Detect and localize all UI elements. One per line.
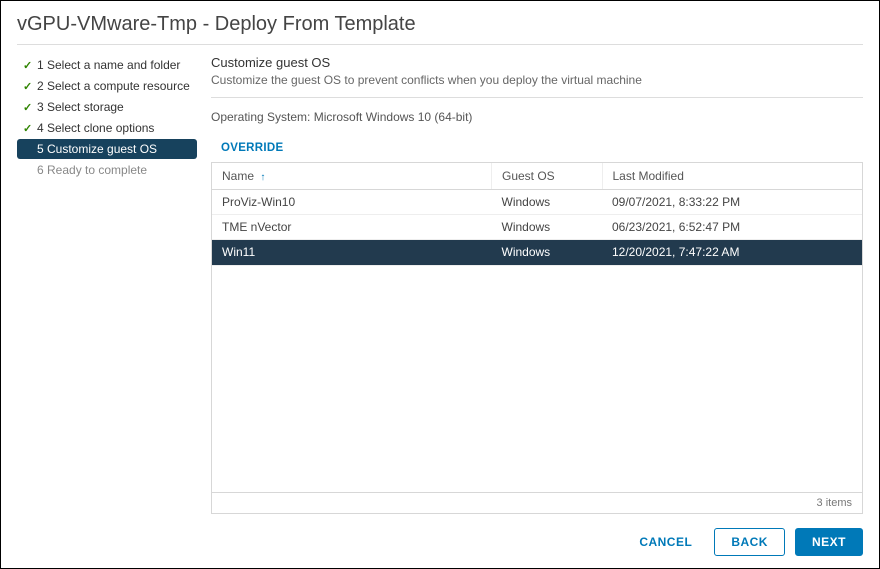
step-label: 6 Ready to complete bbox=[37, 163, 147, 177]
os-value: Microsoft Windows 10 (64-bit) bbox=[314, 110, 473, 124]
os-line: Operating System: Microsoft Windows 10 (… bbox=[211, 110, 863, 124]
step-5[interactable]: 5 Customize guest OS bbox=[17, 139, 197, 159]
cell-name: TME nVector bbox=[212, 215, 492, 240]
wizard-actions: CANCEL BACK NEXT bbox=[211, 514, 863, 556]
col-modified-label: Last Modified bbox=[613, 169, 684, 183]
sort-asc-icon: ↑ bbox=[260, 172, 265, 183]
cell-os: Windows bbox=[492, 215, 603, 240]
next-button[interactable]: NEXT bbox=[795, 528, 863, 556]
os-label: Operating System: bbox=[211, 110, 310, 124]
spec-table: Name ↑ Guest OS Last Modified bbox=[211, 162, 863, 514]
override-link[interactable]: OVERRIDE bbox=[211, 142, 863, 154]
check-icon: ✓ bbox=[23, 59, 37, 72]
step-label: 3 Select storage bbox=[37, 100, 124, 114]
col-modified-header[interactable]: Last Modified bbox=[602, 163, 862, 190]
cancel-button[interactable]: CANCEL bbox=[627, 528, 704, 556]
col-name-label: Name bbox=[222, 169, 254, 183]
col-os-label: Guest OS bbox=[502, 169, 555, 183]
deploy-wizard: vGPU-VMware-Tmp - Deploy From Template ✓… bbox=[0, 0, 880, 569]
back-button[interactable]: BACK bbox=[714, 528, 785, 556]
step-label: 5 Customize guest OS bbox=[37, 142, 157, 156]
cell-modified: 09/07/2021, 8:33:22 PM bbox=[602, 190, 862, 215]
check-icon: ✓ bbox=[23, 80, 37, 93]
table-header-row: Name ↑ Guest OS Last Modified bbox=[212, 163, 862, 190]
cell-modified: 06/23/2021, 6:52:47 PM bbox=[602, 215, 862, 240]
section-desc: Customize the guest OS to prevent confli… bbox=[211, 73, 863, 87]
table-row[interactable]: TME nVectorWindows06/23/2021, 6:52:47 PM bbox=[212, 215, 862, 240]
cell-os: Windows bbox=[492, 190, 603, 215]
step-4[interactable]: ✓4 Select clone options bbox=[17, 118, 197, 138]
wizard-steps: ✓1 Select a name and folder✓2 Select a c… bbox=[17, 45, 197, 556]
step-2[interactable]: ✓2 Select a compute resource bbox=[17, 76, 197, 96]
step-label: 1 Select a name and folder bbox=[37, 58, 180, 72]
step-1[interactable]: ✓1 Select a name and folder bbox=[17, 55, 197, 75]
step-label: 4 Select clone options bbox=[37, 121, 154, 135]
table-footer: 3 items bbox=[212, 492, 862, 513]
wizard-body: ✓1 Select a name and folder✓2 Select a c… bbox=[17, 45, 863, 556]
cell-modified: 12/20/2021, 7:47:22 AM bbox=[602, 240, 862, 265]
spec-table-grid: Name ↑ Guest OS Last Modified bbox=[212, 163, 862, 265]
cell-name: ProViz-Win10 bbox=[212, 190, 492, 215]
wizard-title: vGPU-VMware-Tmp - Deploy From Template bbox=[17, 13, 863, 45]
divider bbox=[211, 97, 863, 98]
table-body: ProViz-Win10Windows09/07/2021, 8:33:22 P… bbox=[212, 190, 862, 265]
wizard-main: Customize guest OS Customize the guest O… bbox=[197, 45, 863, 556]
check-icon: ✓ bbox=[23, 122, 37, 135]
step-3[interactable]: ✓3 Select storage bbox=[17, 97, 197, 117]
table-empty-area bbox=[212, 265, 862, 492]
col-os-header[interactable]: Guest OS bbox=[492, 163, 603, 190]
step-label: 2 Select a compute resource bbox=[37, 79, 190, 93]
col-name-header[interactable]: Name ↑ bbox=[212, 163, 492, 190]
table-row[interactable]: ProViz-Win10Windows09/07/2021, 8:33:22 P… bbox=[212, 190, 862, 215]
cell-os: Windows bbox=[492, 240, 603, 265]
section-title: Customize guest OS bbox=[211, 55, 863, 70]
step-6[interactable]: 6 Ready to complete bbox=[17, 160, 197, 180]
cell-name: Win11 bbox=[212, 240, 492, 265]
table-row[interactable]: Win11Windows12/20/2021, 7:47:22 AM bbox=[212, 240, 862, 265]
check-icon: ✓ bbox=[23, 101, 37, 114]
